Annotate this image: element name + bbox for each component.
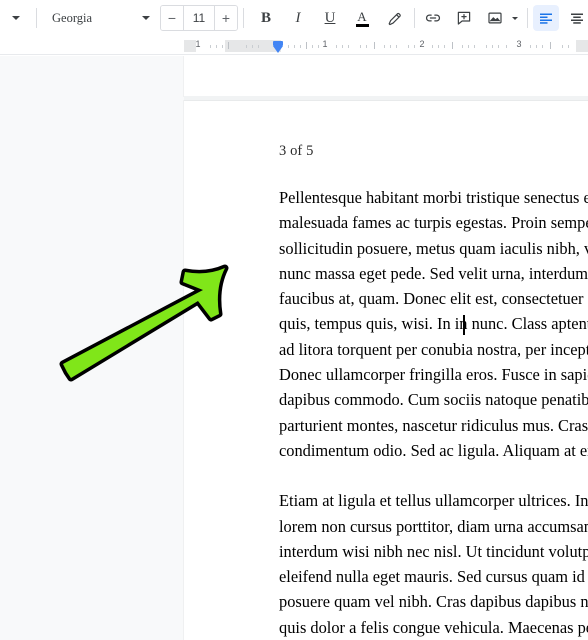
ruler-tick xyxy=(342,45,343,48)
toolbar-divider xyxy=(243,8,244,28)
add-comment-icon xyxy=(457,11,471,25)
ruler-tick xyxy=(550,42,551,49)
ruler-tick xyxy=(258,45,259,48)
ruler-tick xyxy=(222,45,223,48)
ruler-tick xyxy=(468,45,469,48)
insert-image-dropdown-button[interactable] xyxy=(508,5,522,31)
ruler-tick xyxy=(312,45,313,48)
ruler-tick xyxy=(506,45,507,48)
chevron-down-icon xyxy=(12,16,20,20)
ruler-tick xyxy=(374,42,375,49)
ruler-tick xyxy=(444,45,445,48)
link-icon xyxy=(425,14,441,22)
highlight-color-button[interactable] xyxy=(381,5,407,31)
italic-icon: I xyxy=(295,9,301,26)
decrease-font-size-button[interactable]: − xyxy=(161,6,183,30)
chevron-down-icon xyxy=(142,16,150,20)
ruler-tick xyxy=(408,45,409,48)
bold-icon: B xyxy=(260,9,271,26)
ruler-tick xyxy=(216,45,217,48)
ruler-tick xyxy=(384,45,385,48)
underline-button[interactable]: U xyxy=(317,5,343,31)
document-page-current[interactable]: 3 of 5 Pellentesque habitant morbi trist… xyxy=(184,101,588,640)
ruler-tick xyxy=(452,42,453,49)
ruler-tick xyxy=(228,42,229,49)
add-comment-button[interactable] xyxy=(451,5,477,31)
ruler-number: 3 xyxy=(516,39,522,49)
ruler-tick xyxy=(530,45,531,48)
ruler-tick xyxy=(294,45,295,48)
ruler-tick xyxy=(438,45,439,48)
first-line-indent-marker[interactable] xyxy=(273,41,283,53)
italic-button[interactable]: I xyxy=(285,5,311,31)
underline-icon: U xyxy=(324,9,336,26)
paragraph[interactable]: Pellentesque habitant morbi tristique se… xyxy=(279,185,588,463)
toolbar-overflow-button[interactable] xyxy=(3,5,29,31)
page-header-text: 3 of 5 xyxy=(279,143,314,159)
ruler-tick xyxy=(396,45,397,48)
ruler-tick xyxy=(252,45,253,48)
ruler-tick xyxy=(462,45,463,48)
document-ruler[interactable]: 1 1 2 3 xyxy=(0,36,588,55)
align-left-icon xyxy=(540,13,552,24)
text-color-button[interactable]: A xyxy=(349,5,375,32)
ruler-tick xyxy=(562,45,563,48)
text-color-icon: A xyxy=(357,8,367,24)
ruler-number: 1 xyxy=(195,39,201,49)
ruler-tick xyxy=(336,45,337,48)
highlight-pen-icon xyxy=(388,12,401,25)
ruler-tick xyxy=(366,45,367,48)
font-family-selector[interactable]: Georgia xyxy=(42,5,154,31)
toolbar-divider xyxy=(36,8,37,28)
ruler-tick xyxy=(210,45,211,48)
paragraph[interactable]: Etiam at ligula et tellus ullamcorper ul… xyxy=(279,488,588,640)
align-center-icon xyxy=(571,13,583,24)
ruler-tick xyxy=(246,45,247,48)
ruler-tick xyxy=(306,42,307,49)
ruler-number: 2 xyxy=(419,39,425,49)
font-size-stepper[interactable]: − 11 + xyxy=(160,5,238,31)
ruler-tick xyxy=(360,45,361,48)
ruler-scale: 1 1 2 3 xyxy=(184,39,588,53)
ruler-tick xyxy=(492,45,493,48)
ruler-right-margin[interactable] xyxy=(576,40,588,52)
ruler-tick xyxy=(348,45,349,48)
ruler-tick xyxy=(542,45,543,48)
document-page-previous[interactable] xyxy=(184,56,588,96)
align-left-button[interactable] xyxy=(533,5,559,31)
toolbar-divider xyxy=(527,8,528,28)
ruler-tick xyxy=(486,45,487,48)
text-cursor-caret xyxy=(463,315,465,335)
document-body-text[interactable]: Pellentesque habitant morbi tristique se… xyxy=(279,185,588,640)
insert-image-icon xyxy=(488,12,502,24)
ruler-tick xyxy=(474,45,475,48)
font-family-label: Georgia xyxy=(52,10,93,25)
toolbar-divider xyxy=(414,8,415,28)
align-center-button[interactable] xyxy=(564,5,588,31)
ruler-number: 1 xyxy=(322,39,328,49)
font-size-input[interactable]: 11 xyxy=(183,6,215,30)
ruler-left-margin[interactable] xyxy=(184,40,196,52)
ruler-tick xyxy=(300,45,301,48)
document-canvas[interactable]: 3 of 5 Pellentesque habitant morbi trist… xyxy=(0,56,588,640)
insert-link-button[interactable] xyxy=(420,5,446,31)
indent-marker-triangle xyxy=(273,46,283,53)
text-color-swatch xyxy=(355,23,369,27)
ruler-tick xyxy=(390,45,391,48)
chevron-down-icon xyxy=(512,16,518,20)
ruler-tick xyxy=(414,45,415,48)
ruler-tick xyxy=(288,45,289,48)
formatting-toolbar: Georgia − 11 + B I U A xyxy=(0,0,588,36)
ruler-tick xyxy=(536,45,537,48)
ruler-tick xyxy=(432,45,433,48)
insert-image-button[interactable] xyxy=(482,5,508,31)
ruler-tick xyxy=(318,45,319,48)
ruler-tick xyxy=(568,45,569,48)
increase-font-size-button[interactable]: + xyxy=(215,6,237,30)
bold-button[interactable]: B xyxy=(253,5,279,31)
ruler-tick xyxy=(498,45,499,48)
